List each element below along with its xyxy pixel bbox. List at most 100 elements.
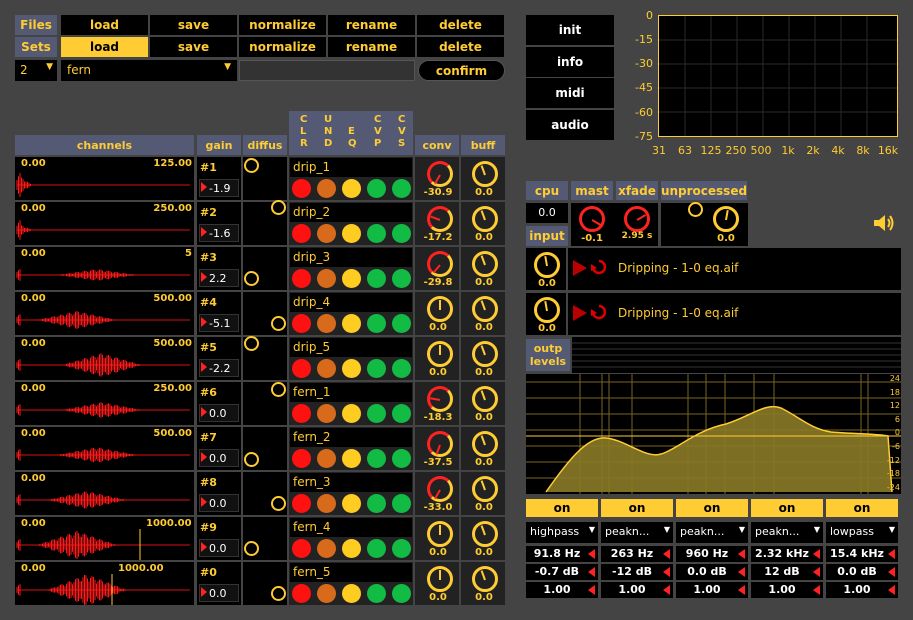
und-dot[interactable] — [317, 494, 336, 513]
sets-normalize-button[interactable]: normalize — [239, 37, 326, 57]
set-number-dropdown[interactable]: 2 ▼ — [15, 60, 57, 81]
eq-dot[interactable] — [342, 314, 361, 333]
eq-dot[interactable] — [342, 494, 361, 513]
band-type-dropdown[interactable]: peakn... ▼ — [751, 522, 823, 543]
cvp-dot[interactable] — [367, 314, 386, 333]
files-load-button[interactable]: load — [61, 15, 148, 35]
mute-button[interactable] — [219, 564, 239, 584]
info-button[interactable]: info — [526, 47, 614, 77]
name-input[interactable] — [239, 60, 415, 81]
diffus-toggle[interactable] — [271, 316, 286, 331]
cvs-dot[interactable] — [392, 539, 411, 558]
cvp-dot[interactable] — [367, 404, 386, 423]
band-on-button[interactable]: on — [826, 499, 898, 517]
diffus-toggle[interactable] — [271, 382, 286, 397]
conv-knob[interactable] — [427, 386, 453, 412]
cvs-dot[interactable] — [392, 224, 411, 243]
band-on-button[interactable]: on — [676, 499, 748, 517]
buff-knob[interactable] — [472, 386, 498, 412]
files-rename-button[interactable]: rename — [328, 15, 415, 35]
clr-dot[interactable] — [292, 359, 311, 378]
eq-dot[interactable] — [342, 359, 361, 378]
band-on-button[interactable]: on — [526, 499, 598, 517]
loop-icon[interactable] — [591, 304, 607, 325]
band-type-dropdown[interactable]: peakn... ▼ — [601, 522, 673, 543]
audio-button[interactable]: audio — [526, 110, 614, 140]
band-on-button[interactable]: on — [751, 499, 823, 517]
cvs-dot[interactable] — [392, 584, 411, 603]
diffus-toggle[interactable] — [271, 496, 286, 511]
files-normalize-button[interactable]: normalize — [239, 15, 326, 35]
und-dot[interactable] — [317, 224, 336, 243]
buff-knob[interactable] — [472, 431, 498, 457]
cvs-dot[interactable] — [392, 179, 411, 198]
cvp-dot[interactable] — [367, 269, 386, 288]
speaker-icon[interactable] — [871, 212, 895, 237]
conv-knob[interactable] — [427, 251, 453, 277]
cvp-dot[interactable] — [367, 449, 386, 468]
buff-knob[interactable] — [472, 566, 498, 592]
diffus-toggle[interactable] — [271, 200, 286, 215]
cvs-dot[interactable] — [392, 269, 411, 288]
conv-knob[interactable] — [427, 341, 453, 367]
cvp-dot[interactable] — [367, 179, 386, 198]
eq-dot[interactable] — [342, 404, 361, 423]
play-icon[interactable] — [573, 305, 587, 324]
cvs-dot[interactable] — [392, 404, 411, 423]
sets-rename-button[interactable]: rename — [328, 37, 415, 57]
set-name-dropdown[interactable]: fern ▼ — [61, 60, 237, 81]
unprocessed-toggle[interactable] — [688, 202, 703, 217]
band-on-button[interactable]: on — [601, 499, 673, 517]
diffus-toggle[interactable] — [244, 158, 259, 173]
cvs-dot[interactable] — [392, 449, 411, 468]
files-delete-button[interactable]: delete — [417, 15, 504, 35]
und-dot[interactable] — [317, 404, 336, 423]
clr-dot[interactable] — [292, 314, 311, 333]
conv-knob[interactable] — [427, 431, 453, 457]
und-dot[interactable] — [317, 449, 336, 468]
cvs-dot[interactable] — [392, 314, 411, 333]
confirm-button[interactable]: confirm — [418, 60, 505, 81]
mute-button[interactable] — [219, 384, 239, 404]
cvp-dot[interactable] — [367, 539, 386, 558]
und-dot[interactable] — [317, 269, 336, 288]
player-1-knob[interactable] — [534, 252, 560, 278]
conv-knob[interactable] — [427, 476, 453, 502]
conv-knob[interactable] — [427, 206, 453, 232]
player-2-knob[interactable] — [534, 297, 560, 323]
buff-knob[interactable] — [472, 476, 498, 502]
buff-knob[interactable] — [472, 521, 498, 547]
buff-knob[interactable] — [472, 206, 498, 232]
midi-button[interactable]: midi — [526, 78, 614, 108]
und-dot[interactable] — [317, 314, 336, 333]
cvp-dot[interactable] — [367, 359, 386, 378]
sets-delete-button[interactable]: delete — [417, 37, 504, 57]
eq-dot[interactable] — [342, 269, 361, 288]
diffus-toggle[interactable] — [244, 271, 259, 286]
clr-dot[interactable] — [292, 539, 311, 558]
eq-dot[interactable] — [342, 584, 361, 603]
unprocessed-knob[interactable] — [713, 206, 739, 232]
buff-knob[interactable] — [472, 296, 498, 322]
sets-load-button[interactable]: load — [61, 37, 148, 57]
clr-dot[interactable] — [292, 269, 311, 288]
buff-knob[interactable] — [472, 251, 498, 277]
mast-knob[interactable] — [579, 206, 605, 232]
diffus-toggle[interactable] — [271, 586, 286, 601]
buff-knob[interactable] — [472, 161, 498, 187]
band-type-dropdown[interactable]: highpass ▼ — [526, 522, 598, 543]
files-save-button[interactable]: save — [150, 15, 237, 35]
eq-dot[interactable] — [342, 539, 361, 558]
clr-dot[interactable] — [292, 494, 311, 513]
mute-button[interactable] — [219, 294, 239, 314]
xfade-knob[interactable] — [624, 206, 650, 232]
clr-dot[interactable] — [292, 449, 311, 468]
mute-button[interactable] — [219, 159, 239, 179]
clr-dot[interactable] — [292, 224, 311, 243]
eq-dot[interactable] — [342, 179, 361, 198]
mute-button[interactable] — [219, 249, 239, 269]
cvs-dot[interactable] — [392, 359, 411, 378]
clr-dot[interactable] — [292, 584, 311, 603]
conv-knob[interactable] — [427, 566, 453, 592]
cvp-dot[interactable] — [367, 494, 386, 513]
